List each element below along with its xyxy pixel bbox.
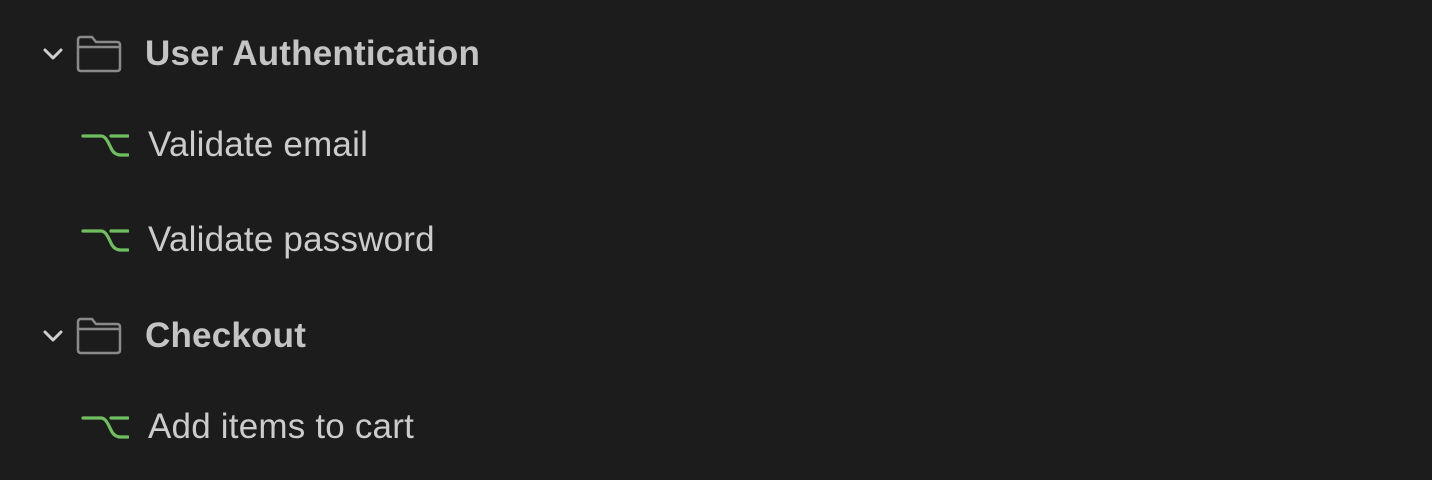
tree-item-label: Validate password (148, 220, 435, 259)
tree-group-label: User Authentication (145, 34, 481, 73)
tree-item-add-items-to-cart[interactable]: Add items to cart (0, 395, 1432, 459)
branch-icon (80, 412, 130, 442)
tree-item-label: Add items to cart (148, 407, 415, 446)
tree-item-validate-email[interactable]: Validate email (0, 113, 1432, 177)
chevron-down-icon[interactable] (40, 323, 66, 349)
tree-group-user-authentication[interactable]: User Authentication (0, 22, 1432, 86)
test-tree: User Authentication Validate email Valid… (0, 0, 1432, 480)
tree-item-label: Validate email (148, 125, 369, 164)
folder-icon (74, 315, 124, 357)
branch-icon (80, 225, 130, 255)
tree-item-validate-password[interactable]: Validate password (0, 208, 1432, 272)
folder-icon (74, 33, 124, 75)
chevron-down-icon[interactable] (40, 41, 66, 67)
branch-icon (80, 130, 130, 160)
tree-group-label: Checkout (145, 316, 307, 355)
tree-group-checkout[interactable]: Checkout (0, 304, 1432, 368)
